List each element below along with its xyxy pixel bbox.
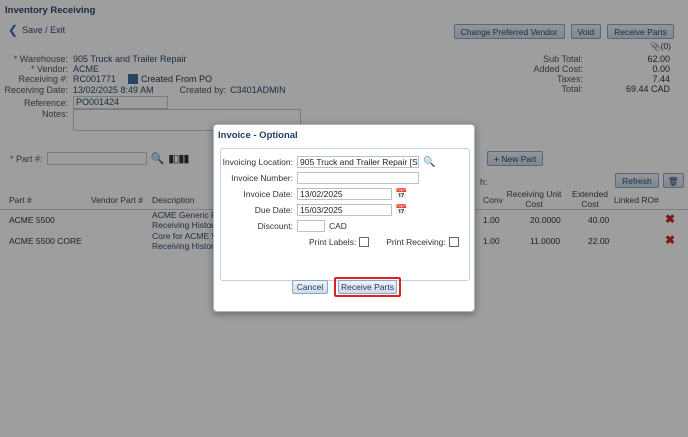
print-receiving-checkbox[interactable] — [448, 237, 459, 247]
dialog-form-panel: Invoicing Location: 905 Truck and Traile… — [220, 148, 470, 281]
calendar-icon[interactable]: 📅 — [395, 189, 407, 200]
invoice-date-label: Invoice Date: — [243, 189, 293, 199]
dialog-actions: Cancel Receive Parts — [214, 277, 476, 300]
print-receiving-label: Print Receiving: — [386, 237, 446, 247]
print-labels-label: Print Labels: — [309, 237, 357, 247]
invoicing-location-input[interactable]: 905 Truck and Trailer Repair [SHC — [297, 156, 419, 168]
invoicing-location-label: Invoicing Location: — [222, 157, 293, 167]
search-icon[interactable]: 🔍 — [423, 157, 435, 168]
discount-label: Discount: — [257, 221, 293, 231]
due-date-label: Due Date: — [254, 205, 293, 215]
invoice-number-label: Invoice Number: — [231, 173, 293, 183]
discount-input[interactable] — [297, 220, 325, 232]
receive-parts-button[interactable]: Receive Parts — [338, 280, 397, 294]
cancel-button[interactable]: Cancel — [292, 280, 328, 294]
print-labels-checkbox[interactable] — [359, 237, 370, 247]
calendar-icon[interactable]: 📅 — [395, 205, 407, 216]
dialog-title: Invoice - Optional — [218, 130, 298, 141]
currency-label: CAD — [329, 221, 347, 231]
invoice-number-input[interactable] — [297, 172, 419, 184]
invoice-date-input[interactable]: 13/02/2025 — [297, 188, 392, 200]
due-date-input[interactable]: 15/03/2025 — [297, 204, 392, 216]
invoice-dialog: Invoice - Optional Invoicing Location: 9… — [213, 124, 475, 312]
